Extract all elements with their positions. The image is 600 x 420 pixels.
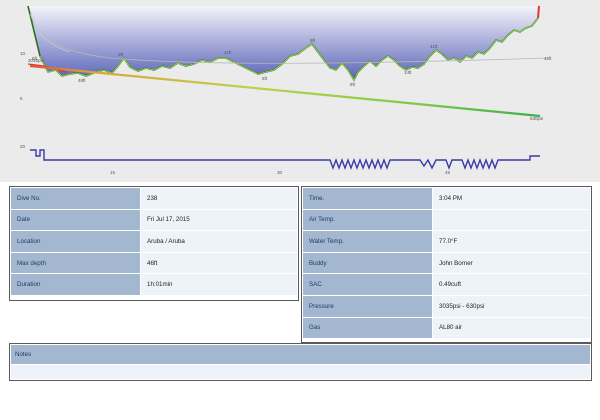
air-temp-value (433, 209, 590, 231)
dive-no-label: Dive No. (11, 188, 140, 209)
info-row-buddy: Buddy John Borner (303, 252, 590, 274)
location-label: Location (11, 231, 140, 252)
buddy-label: Buddy (303, 252, 432, 274)
depth-label: 42ft (544, 56, 552, 61)
water-temp-label: Water Temp. (303, 231, 432, 252)
info-row-sac: SAC 0.49cuft (303, 274, 590, 295)
time-label: 45 (445, 170, 451, 175)
info-row-dive-no: Dive No. 238 (11, 188, 297, 209)
buddy-value: John Borner (433, 252, 590, 274)
depth-label: 11ft (224, 50, 232, 55)
sac-value: 0.49cuft (433, 274, 590, 295)
depth-area (28, 6, 538, 80)
info-row-location: Location Aruba / Aruba (11, 231, 297, 252)
time-label: 15 (110, 170, 116, 175)
tank-pressure-line (29, 64, 541, 118)
pressure-end-label: 630psi (530, 116, 543, 121)
info-row-max-depth: Max depth 46ft (11, 252, 297, 274)
depth-label: 8ft (350, 82, 356, 87)
duration-value: 1h:01min (141, 274, 297, 295)
depth-label: 14ft (404, 70, 412, 75)
sac-label: SAC (303, 274, 432, 295)
time-value: 3:04 PM (433, 188, 590, 209)
time-label: Time. (303, 188, 432, 209)
water-temp-value: 77.0°F (433, 231, 590, 252)
time-label: 30 (277, 170, 283, 175)
axis-tick-0: 10 (20, 51, 26, 56)
duration-label: Duration (11, 274, 140, 295)
depth-label: 9ft (310, 38, 316, 43)
ascent-red-segment (537, 5, 540, 19)
depth-label: 48ft (78, 78, 86, 83)
date-value: Fri Jul 17, 2015 (141, 209, 297, 231)
info-row-gas: Gas AL80 air (303, 317, 590, 339)
depth-label: 0ft (118, 52, 124, 57)
pressure-value: 3035psi - 630psi (433, 295, 590, 317)
info-row-water-temp: Water Temp. 77.0°F (303, 231, 590, 252)
info-row-air-temp: Air Temp. (303, 209, 590, 231)
notes-label: Notes (11, 345, 590, 364)
notes-box: Notes (9, 343, 592, 381)
notes-content (11, 365, 590, 379)
depth-label: 41ft (430, 44, 438, 49)
gas-label: Gas (303, 317, 432, 339)
dive-no-value: 238 (141, 188, 297, 209)
max-depth-value: 46ft (141, 252, 297, 274)
dive-info-left: Dive No. 238 Date Fri Jul 17, 2015 Locat… (9, 186, 299, 301)
date-label: Date (11, 209, 140, 231)
air-temp-label: Air Temp. (303, 209, 432, 231)
depth-label: 5ft (262, 76, 268, 81)
dive-info-right: Time. 3:04 PM Air Temp. Water Temp. 77.0… (301, 186, 592, 343)
pressure-label: Pressure (303, 295, 432, 317)
location-value: Aruba / Aruba (141, 231, 297, 252)
dive-profile-chart: 10 5 20 6ft 48ft 0ft 11ft 5ft 9ft 8ft 14… (0, 0, 600, 182)
dive-profile-svg: 10 5 20 6ft 48ft 0ft 11ft 5ft 9ft 8ft 14… (20, 5, 552, 175)
max-depth-label: Max depth (11, 252, 140, 274)
event-line (30, 149, 540, 170)
info-row-date: Date Fri Jul 17, 2015 (11, 209, 297, 231)
info-row-pressure: Pressure 3035psi - 630psi (303, 295, 590, 317)
pressure-start-label: 3035psi (28, 58, 44, 63)
info-row-time: Time. 3:04 PM (303, 188, 590, 209)
axis-tick-1: 5 (20, 96, 23, 101)
axis-tick-2: 20 (20, 144, 26, 149)
info-row-duration: Duration 1h:01min (11, 274, 297, 295)
gas-value: AL80 air (433, 317, 590, 339)
